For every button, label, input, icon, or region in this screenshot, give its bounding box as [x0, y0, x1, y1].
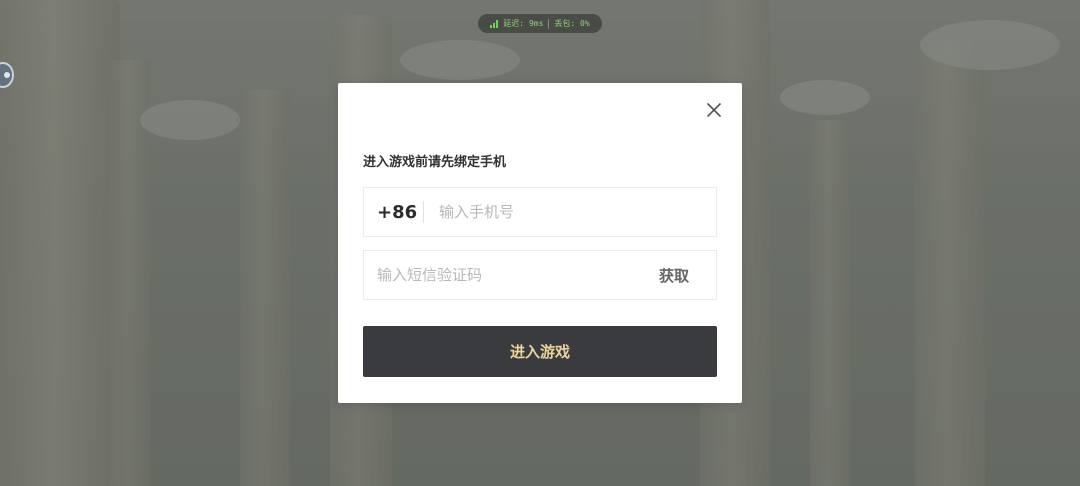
pill-divider	[548, 18, 550, 29]
phone-input[interactable]	[437, 202, 716, 222]
enter-game-button[interactable]: 进入游戏	[363, 326, 717, 377]
code-field: 获取	[363, 250, 717, 300]
game-screen: 延迟: 9ms 丢包: 0% 进入游戏前请先绑定手机 +86 获取 进入游戏	[0, 0, 1080, 486]
network-status-pill: 延迟: 9ms 丢包: 0%	[478, 14, 602, 33]
floating-dot-icon	[4, 72, 10, 78]
signal-bars-icon	[490, 19, 499, 28]
country-code: +86	[377, 201, 418, 223]
close-icon	[706, 102, 722, 118]
dialog-title: 进入游戏前请先绑定手机	[363, 155, 507, 170]
phone-field: +86	[363, 187, 717, 237]
latency-label: 延迟: 9ms	[503, 19, 544, 28]
close-button[interactable]	[704, 100, 724, 120]
get-code-button[interactable]: 获取	[642, 265, 706, 286]
bind-phone-dialog: 进入游戏前请先绑定手机 +86 获取 进入游戏	[338, 83, 742, 403]
sms-code-input[interactable]	[364, 265, 642, 285]
packet-loss-label: 丢包: 0%	[554, 19, 590, 28]
field-divider	[423, 201, 424, 223]
